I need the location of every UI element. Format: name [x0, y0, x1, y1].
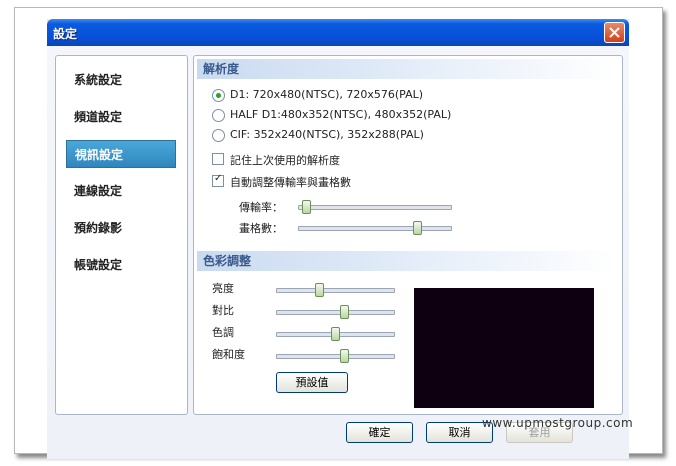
resolution-section-header: 解析度 — [197, 59, 617, 79]
sidebar-item-channel[interactable]: 頻道設定 — [66, 103, 176, 131]
framerate-label: 畫格數： — [239, 222, 283, 235]
close-icon — [609, 27, 620, 38]
window-title: 設定 — [53, 27, 78, 41]
option-label: HALF D1:480x352(NTSC), 480x352(PAL) — [230, 108, 452, 121]
video-settings-panel: 解析度 D1: 720x480(NTSC), 720x576(PAL) HALF… — [193, 55, 623, 415]
settings-dialog: 設定 系統設定 頻道設定 視訊設定 連線設定 預約錄影 帳號設定 解析度 D1:… — [47, 19, 629, 459]
radio-button[interactable] — [212, 89, 225, 102]
brightness-slider[interactable] — [276, 283, 395, 297]
sidebar-item-schedule-record[interactable]: 預約錄影 — [66, 214, 176, 242]
color-section-header: 色彩調整 — [197, 251, 617, 271]
settings-sidebar: 系統設定 頻道設定 視訊設定 連線設定 預約錄影 帳號設定 — [55, 55, 188, 415]
saturation-slider[interactable] — [276, 349, 395, 363]
remember-resolution-checkbox[interactable]: 記住上次使用的解析度 — [212, 152, 512, 168]
framerate-slider[interactable] — [298, 221, 452, 235]
contrast-label: 對比 — [212, 304, 234, 317]
sidebar-item-system[interactable]: 系統設定 — [66, 66, 176, 94]
radio-selected-dot — [216, 93, 221, 98]
hue-slider-thumb[interactable] — [331, 327, 340, 341]
sidebar-item-connection[interactable]: 連線設定 — [66, 177, 176, 205]
saturation-slider-thumb[interactable] — [340, 349, 349, 363]
radio-button[interactable] — [212, 109, 225, 122]
contrast-slider-thumb[interactable] — [340, 305, 349, 319]
brightness-slider-thumb[interactable] — [315, 283, 324, 297]
sidebar-item-video[interactable]: 視訊設定 — [66, 140, 176, 168]
default-values-button[interactable]: 預設值 — [276, 372, 348, 393]
checkbox-label: 自動調整傳輸率與畫格數 — [230, 176, 351, 189]
option-label: CIF: 352x240(NTSC), 352x288(PAL) — [230, 128, 424, 141]
video-preview — [414, 288, 594, 408]
radio-button[interactable] — [212, 129, 225, 142]
title-bar: 設定 — [47, 19, 629, 46]
framerate-slider-thumb[interactable] — [413, 221, 422, 235]
dialog-body: 系統設定 頻道設定 視訊設定 連線設定 預約錄影 帳號設定 解析度 D1: 72… — [47, 46, 629, 459]
close-button[interactable] — [604, 22, 625, 43]
checkbox-label: 記住上次使用的解析度 — [230, 154, 340, 167]
brightness-label: 亮度 — [212, 282, 234, 295]
watermark-text: www.upmostgroup.com — [482, 416, 634, 430]
hue-label: 色調 — [212, 326, 234, 339]
contrast-slider[interactable] — [276, 305, 395, 319]
auto-adjust-checkbox[interactable]: ✓ 自動調整傳輸率與畫格數 — [212, 173, 512, 190]
bitrate-slider[interactable] — [298, 200, 452, 214]
bitrate-slider-thumb[interactable] — [302, 200, 311, 214]
ok-button[interactable]: 確定 — [346, 422, 413, 443]
resolution-option-half-d1[interactable]: HALF D1:480x352(NTSC), 480x352(PAL) — [212, 108, 512, 124]
resolution-option-d1[interactable]: D1: 720x480(NTSC), 720x576(PAL) — [212, 88, 512, 104]
resolution-option-cif[interactable]: CIF: 352x240(NTSC), 352x288(PAL) — [212, 128, 512, 144]
checkbox[interactable]: ✓ — [212, 173, 224, 187]
saturation-label: 飽和度 — [212, 348, 245, 361]
checkbox[interactable] — [212, 153, 224, 165]
hue-slider[interactable] — [276, 327, 395, 341]
bitrate-label: 傳輸率： — [239, 201, 283, 214]
check-mark-icon: ✓ — [214, 173, 223, 184]
sidebar-item-account[interactable]: 帳號設定 — [66, 251, 176, 279]
option-label: D1: 720x480(NTSC), 720x576(PAL) — [230, 88, 424, 101]
